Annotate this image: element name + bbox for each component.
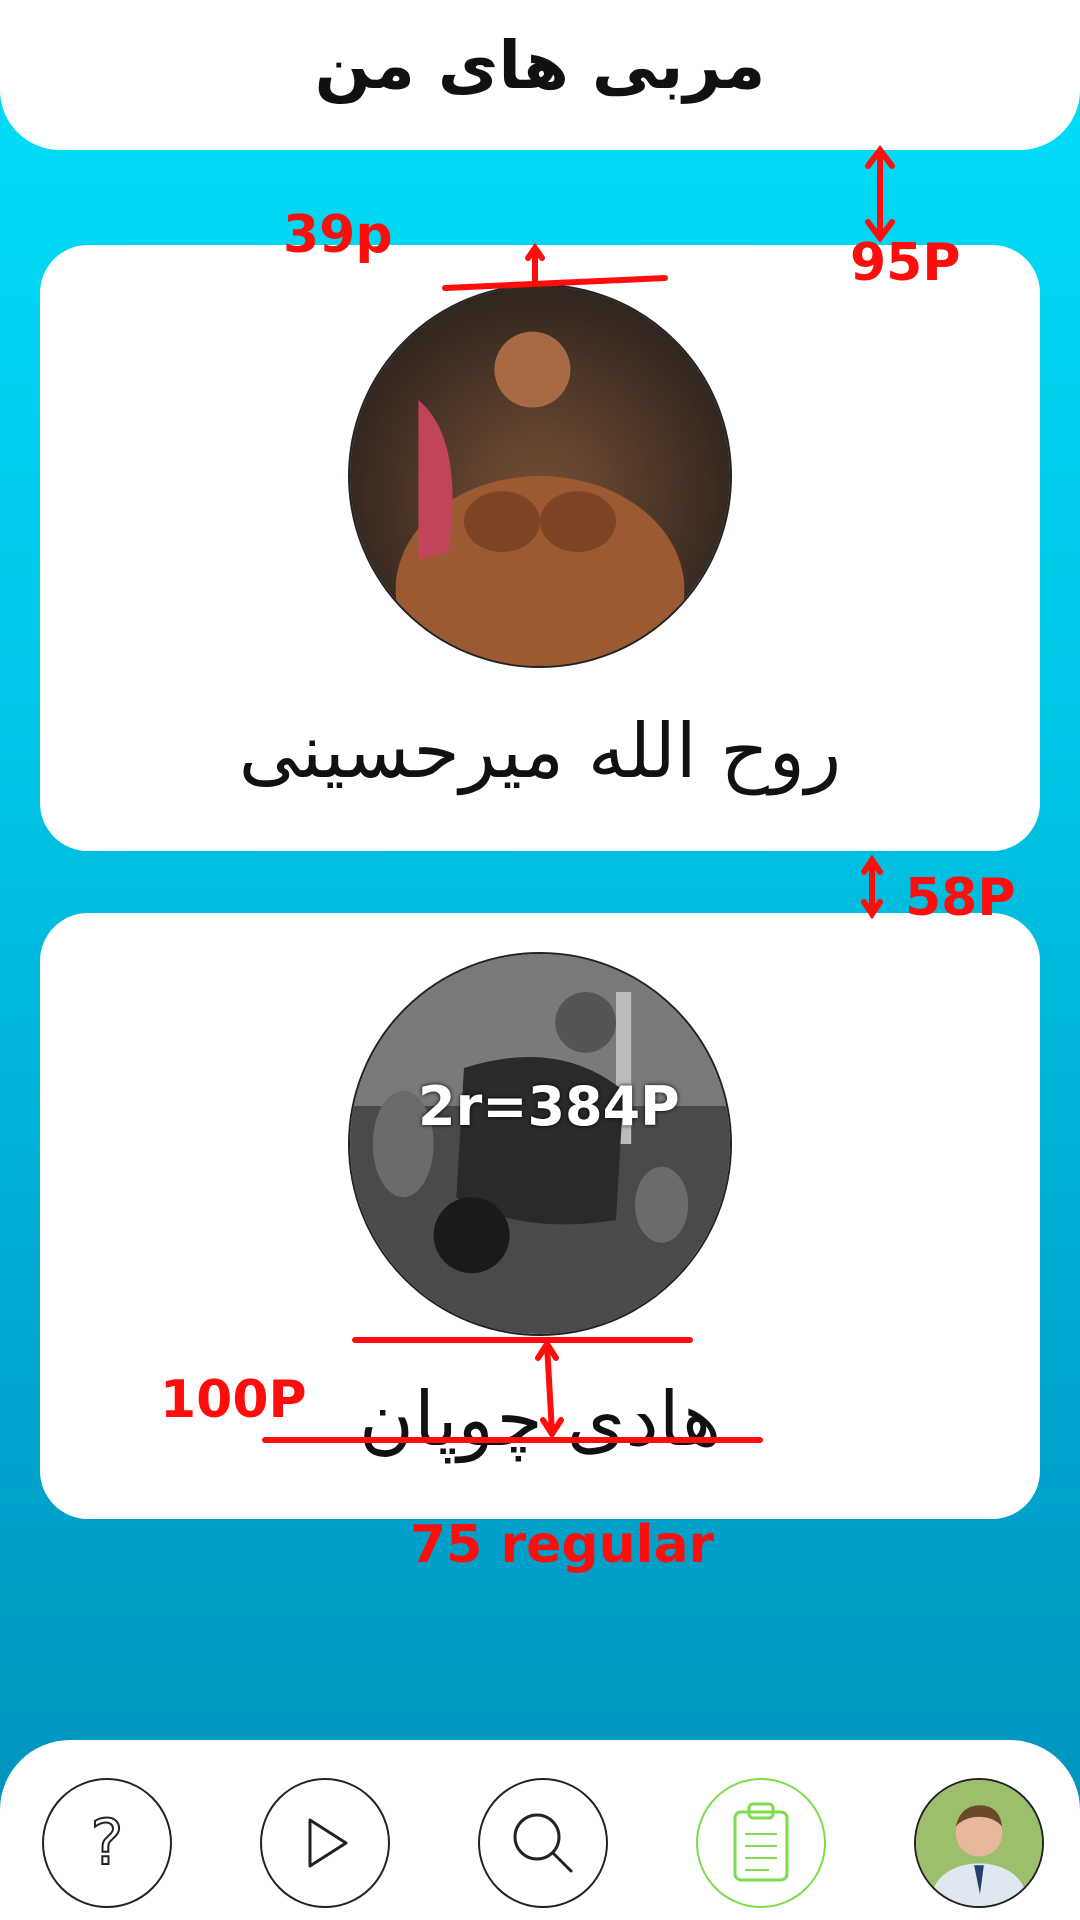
coach-photo <box>348 284 732 668</box>
page-title: مربی های من <box>314 26 766 104</box>
header-bar: مربی های من <box>0 0 1080 150</box>
coach-photo <box>348 952 732 1336</box>
svg-text:?: ? <box>91 1808 124 1878</box>
profile-avatar <box>916 1780 1042 1906</box>
annotation-58p: 58P <box>905 868 1016 928</box>
play-icon <box>308 1818 348 1868</box>
coach-card[interactable]: روح الله میرحسینی <box>40 245 1040 851</box>
annotation-100p: 100P <box>160 1370 307 1430</box>
search-icon <box>513 1813 573 1873</box>
coach-name: روح الله میرحسینی <box>238 707 842 795</box>
nav-play-button[interactable] <box>260 1778 390 1908</box>
nav-search-button[interactable] <box>478 1778 608 1908</box>
help-icon: ? <box>90 1808 125 1878</box>
annotation-75-regular: 75 regular <box>410 1515 715 1575</box>
annotation-39p: 39p <box>283 205 393 265</box>
annotation-2r-384p: 2r=384P <box>418 1075 680 1138</box>
nav-help-button[interactable]: ? <box>42 1778 172 1908</box>
clipboard-icon <box>733 1802 789 1882</box>
nav-programs-button[interactable] <box>696 1778 826 1908</box>
bottom-nav: ? <box>0 1740 1080 1920</box>
nav-profile-button[interactable] <box>914 1778 1044 1908</box>
annotation-95p: 95P <box>850 233 961 293</box>
